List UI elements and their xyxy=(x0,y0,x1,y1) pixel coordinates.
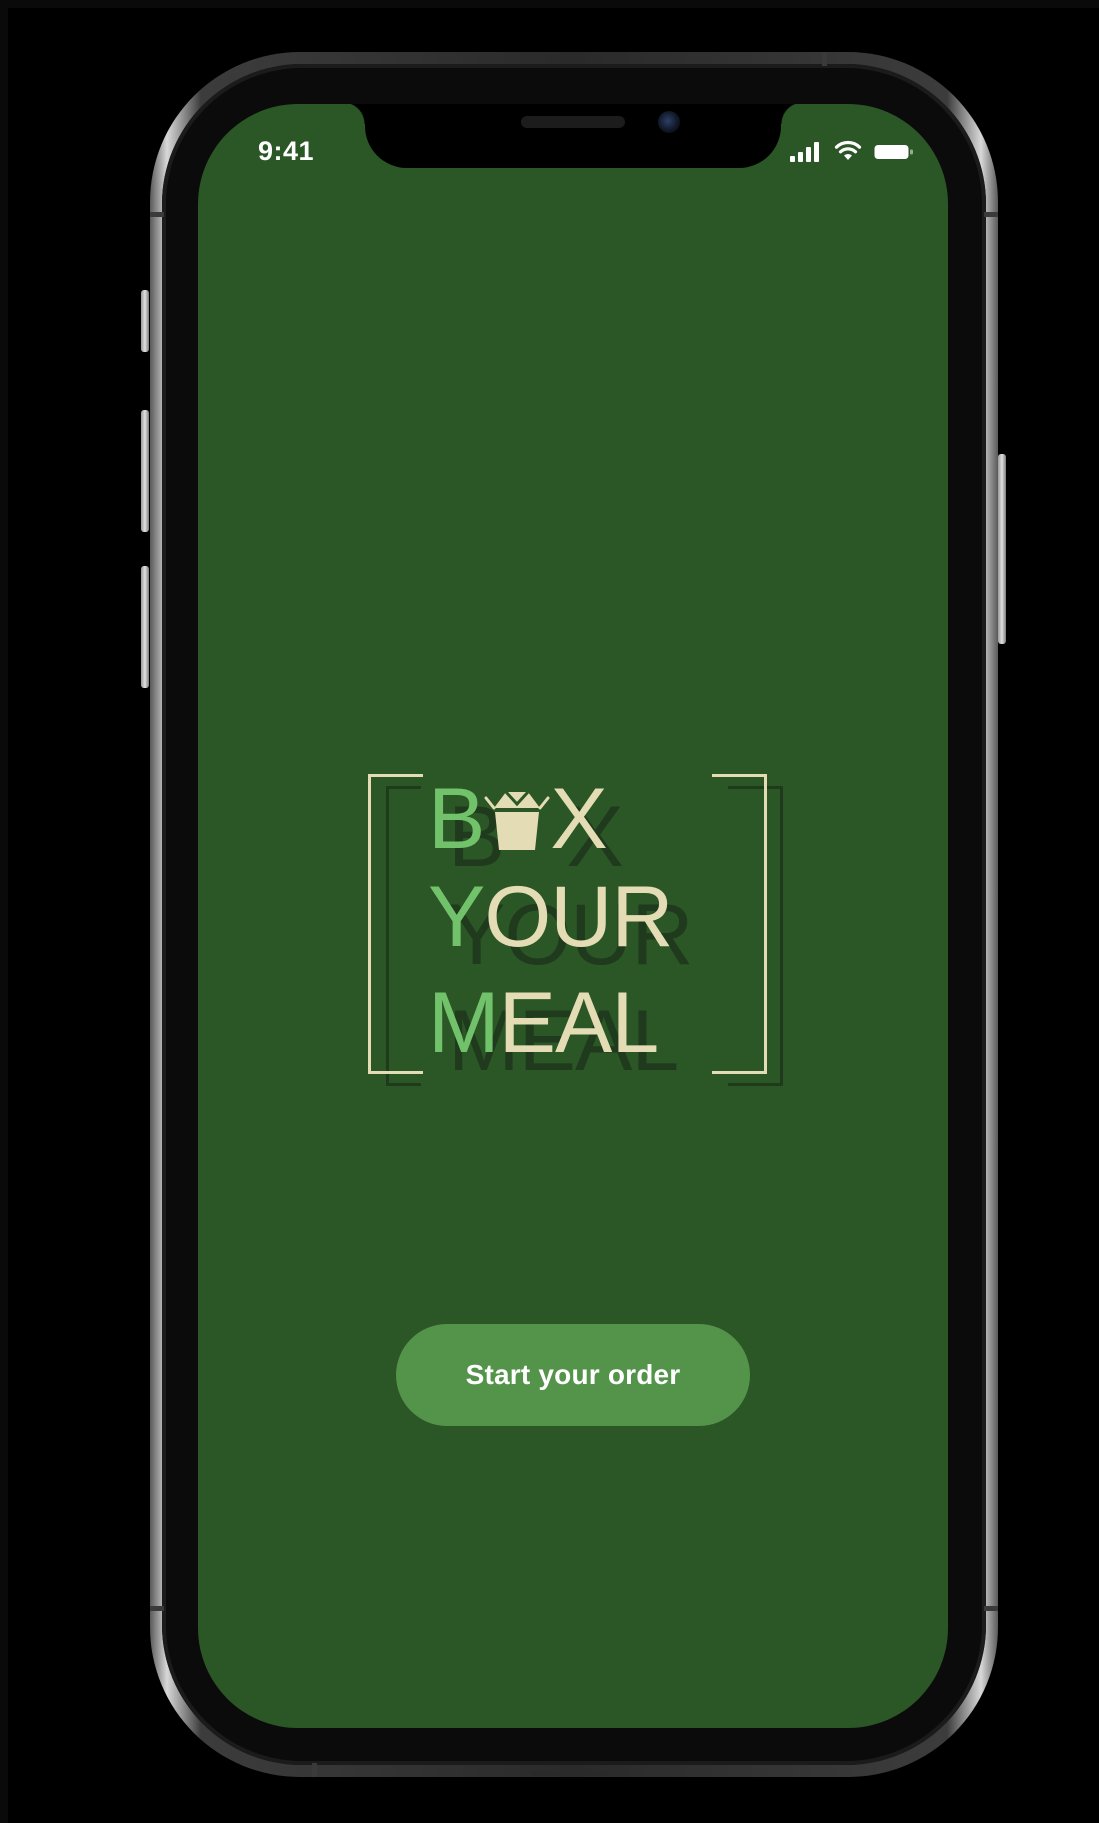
antenna-line xyxy=(984,212,998,217)
antenna-line xyxy=(312,1763,317,1777)
power-button xyxy=(998,454,1006,644)
phone-bottom-port xyxy=(531,1770,611,1776)
front-camera xyxy=(658,111,680,133)
logo-letter-b: B xyxy=(428,771,485,867)
antenna-line xyxy=(984,1606,998,1611)
logo-bracket-right xyxy=(712,774,767,1074)
logo-bracket-left xyxy=(368,774,423,1074)
logo-line-meal: MEAL xyxy=(428,980,659,1066)
top-edge-band xyxy=(0,0,1099,8)
screenshot-stage: 9:41 B X YOUR MEAL B X YOUR MEAL Start y… xyxy=(0,0,1099,1823)
logo-letter-x: X xyxy=(550,771,607,867)
status-time: 9:41 xyxy=(258,136,315,166)
status-icons xyxy=(790,138,914,162)
logo-letter-y: Y xyxy=(428,869,485,965)
antenna-line xyxy=(150,212,164,217)
volume-up-button xyxy=(141,410,149,532)
logo-letter-m: M xyxy=(428,975,500,1071)
cellular-signal-icon xyxy=(790,142,819,162)
notch xyxy=(343,104,803,168)
logo-word-our: OUR xyxy=(484,869,673,965)
antenna-line xyxy=(822,52,827,66)
logo-word-eal: EAL xyxy=(498,975,660,1071)
mute-switch xyxy=(141,290,149,352)
app-screen: 9:41 B X YOUR MEAL B X YOUR MEAL Start y… xyxy=(198,104,948,1728)
volume-down-button xyxy=(141,566,149,688)
logo-line-your: YOUR xyxy=(428,874,673,960)
takeout-box-icon xyxy=(484,784,550,854)
start-order-button[interactable]: Start your order xyxy=(396,1324,750,1426)
wifi-icon xyxy=(834,140,862,160)
battery-icon xyxy=(874,145,913,159)
box-your-meal-logo: BX YOUR MEAL B X YOUR MEAL xyxy=(368,774,788,1094)
antenna-line xyxy=(150,1606,164,1611)
earpiece-speaker xyxy=(521,116,625,128)
logo-line-box: B X xyxy=(428,776,608,862)
left-edge-band xyxy=(0,0,8,1823)
